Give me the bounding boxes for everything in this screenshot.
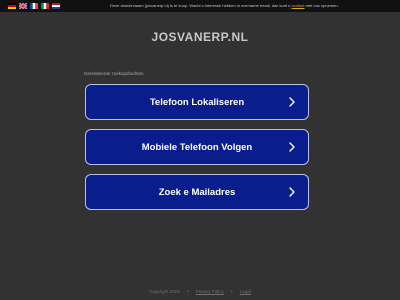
- domain-title: JOSVANERP.NL: [151, 30, 249, 44]
- related-link-label: Telefoon Lokaliseren: [149, 96, 245, 108]
- footer: Copyright 2023 • Privacy Policy • Legal: [0, 289, 400, 294]
- related-link-label: Mobiele Telefoon Volgen: [141, 141, 253, 153]
- chevron-right-icon: [288, 187, 296, 197]
- top-notice-bar: Deze domeinnaam (josvanerp.nl) is te koo…: [0, 0, 400, 12]
- related-link-zoek-e-mailadres[interactable]: Zoek e Mailadres: [85, 174, 309, 210]
- related-link-telefoon-lokaliseren[interactable]: Telefoon Lokaliseren: [85, 84, 309, 120]
- language-flags: [8, 3, 60, 9]
- related-searches-label: Gerelateerde zoekopdrachten: [84, 71, 144, 76]
- privacy-policy-link[interactable]: Privacy Policy: [196, 289, 224, 294]
- footer-separator: •: [186, 289, 189, 294]
- related-link-mobiele-telefoon-volgen[interactable]: Mobiele Telefoon Volgen: [85, 129, 309, 165]
- legal-link[interactable]: Legal: [240, 289, 251, 294]
- italian-flag-icon[interactable]: [41, 3, 49, 9]
- related-link-label: Zoek e Mailadres: [158, 186, 236, 198]
- german-flag-icon[interactable]: [8, 3, 16, 9]
- uk-flag-icon[interactable]: [19, 3, 27, 9]
- chevron-right-icon: [288, 142, 296, 152]
- footer-separator: •: [231, 289, 233, 294]
- copyright-text: Copyright 2023: [149, 289, 180, 294]
- dutch-flag-icon[interactable]: [52, 3, 60, 9]
- chevron-right-icon: [288, 97, 296, 107]
- french-flag-icon[interactable]: [30, 3, 38, 9]
- sale-notice: Deze domeinnaam (josvanerp.nl) is te koo…: [110, 2, 390, 10]
- sale-notice-text: Deze domeinnaam (josvanerp.nl) is te koo…: [110, 3, 291, 8]
- contact-link[interactable]: contact: [292, 3, 305, 8]
- sale-notice-text-end: met ons opnemen.: [305, 3, 339, 8]
